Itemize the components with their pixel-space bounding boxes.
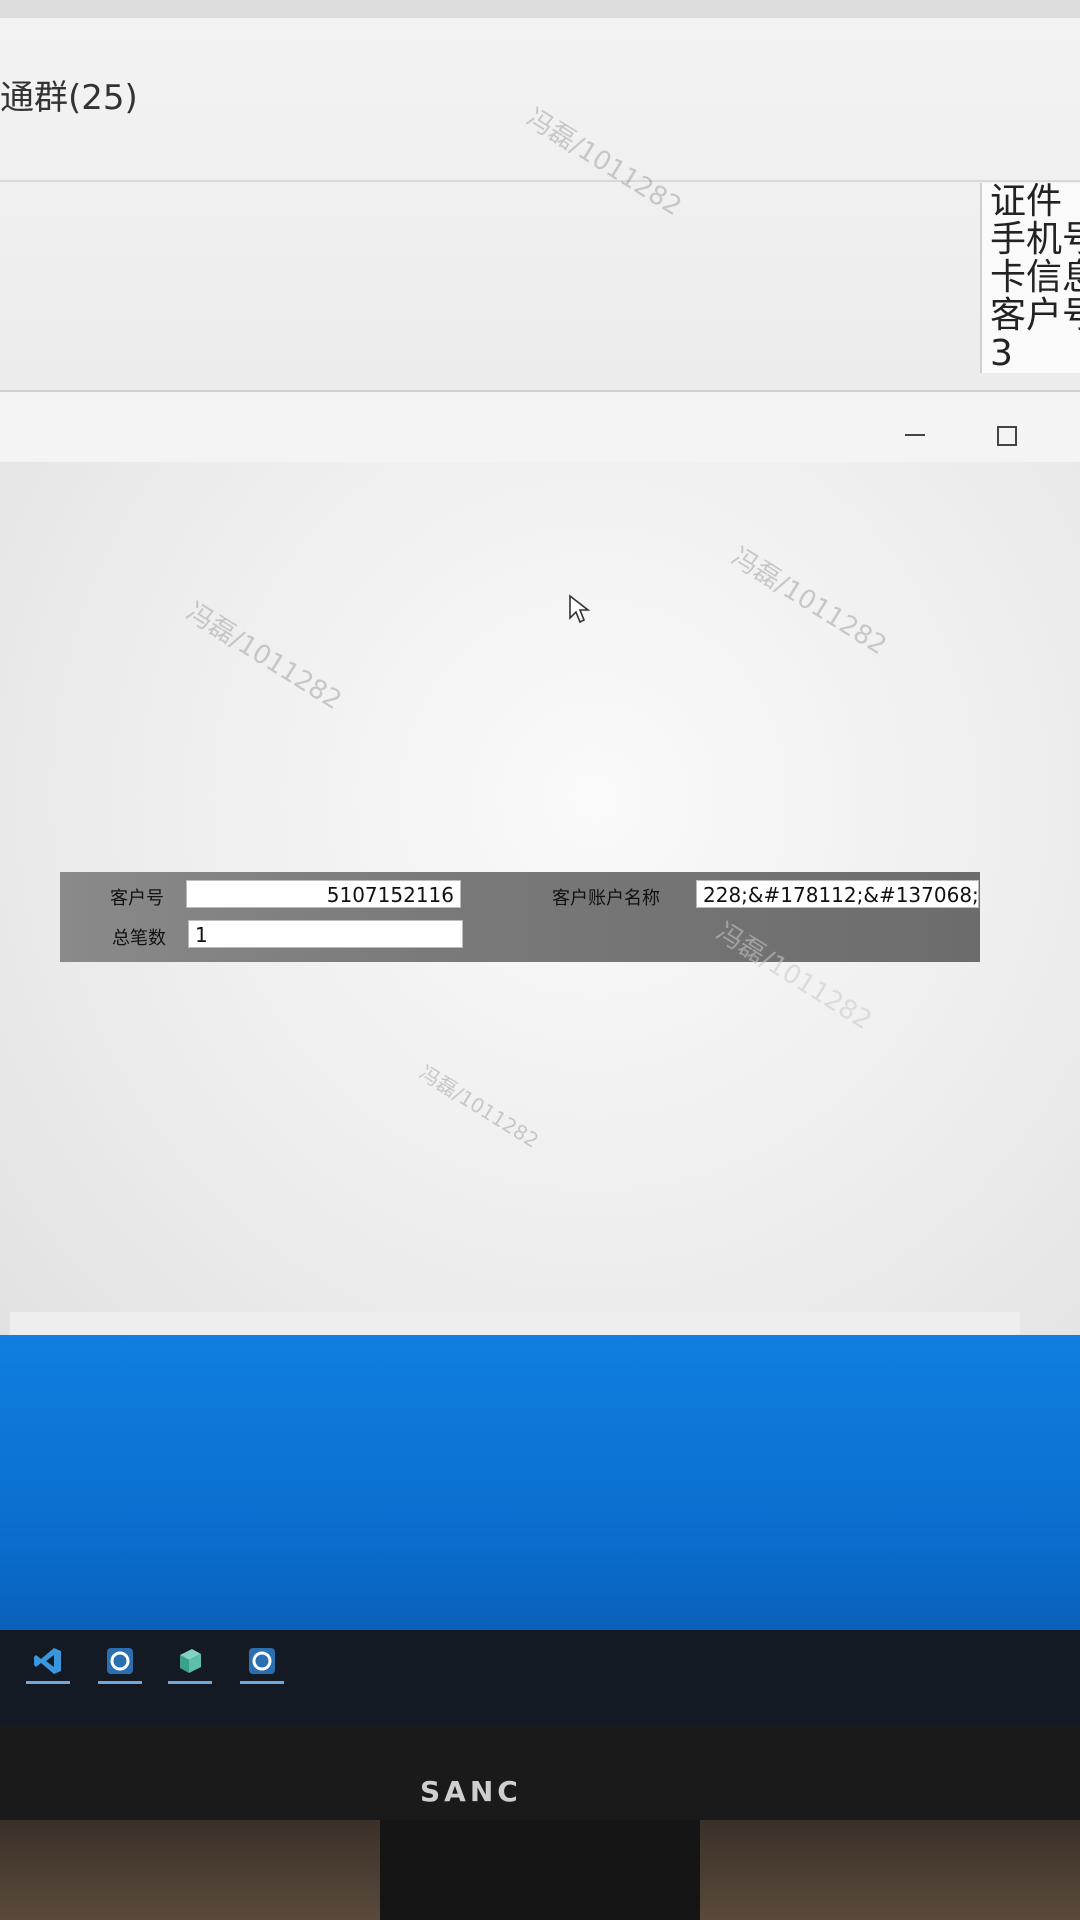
monitor-brand-logo: SANC xyxy=(420,1775,522,1808)
side-line-customer: 客户号 xyxy=(990,295,1080,336)
account-name-label: 客户账户名称 xyxy=(552,888,660,909)
total-count-field[interactable]: 1 xyxy=(188,920,463,948)
desktop-wallpaper xyxy=(0,1335,1080,1645)
side-line-card: 卡信息 xyxy=(990,257,1080,298)
side-line-phone: 手机号 xyxy=(990,219,1080,260)
customer-info-panel: 客户号 5107152116 总笔数 1 客户账户名称 228;&#178112… xyxy=(60,872,980,1036)
dialog-titlebar xyxy=(0,392,1080,462)
watermark: 冯磊/1011282 xyxy=(520,103,687,223)
watermark: 冯磊/1011282 xyxy=(725,542,892,662)
account-name-field[interactable]: 228;&#178112;&#137068; xyxy=(696,880,979,908)
chat-window: 通群(25) 证件 手机号 卡信息 客户号 3 冯磊/1011282 xyxy=(0,18,1080,398)
side-line-id: 证件 xyxy=(990,183,1063,222)
total-count-label: 总笔数 xyxy=(112,928,166,949)
side-info-panel: 证件 手机号 卡信息 客户号 3 xyxy=(980,183,1080,373)
app-icon[interactable] xyxy=(98,1640,142,1684)
maximize-button[interactable] xyxy=(997,426,1017,446)
minimize-button[interactable] xyxy=(905,434,925,436)
app-icon[interactable] xyxy=(168,1640,212,1684)
watermark: 冯磊/1011282 xyxy=(415,1060,544,1153)
image-viewer-dialog: 冯磊/1011282 冯磊/1011282 冯磊/1011282 客户号 510… xyxy=(0,390,1080,1407)
mouse-cursor-icon xyxy=(569,594,590,624)
chat-header-divider xyxy=(0,180,1080,182)
customer-no-field[interactable]: 5107152116 xyxy=(186,880,461,908)
taskbar xyxy=(0,1630,1080,1730)
watermark: 冯磊/1011282 xyxy=(180,597,347,717)
watermark: 冯磊/1011282 xyxy=(710,917,877,1037)
app-icon[interactable] xyxy=(240,1640,284,1684)
chat-group-title: 通群(25) xyxy=(0,78,138,118)
customer-no-label: 客户号 xyxy=(110,888,164,909)
monitor-stand xyxy=(380,1820,700,1920)
vscode-icon[interactable] xyxy=(26,1640,70,1684)
side-line-number: 3 xyxy=(990,333,1013,373)
top-strip xyxy=(0,0,1080,20)
